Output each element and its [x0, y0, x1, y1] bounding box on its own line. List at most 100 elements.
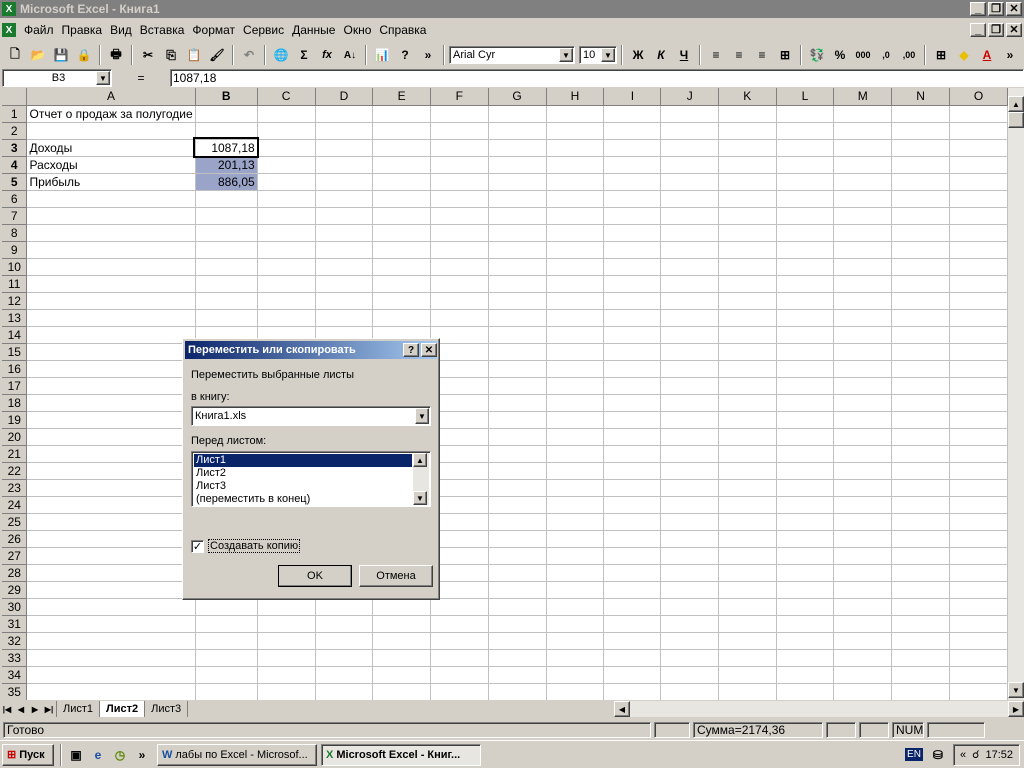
cell[interactable] [949, 428, 1008, 446]
cell[interactable] [660, 326, 719, 344]
cell[interactable] [776, 377, 835, 395]
cell[interactable] [660, 615, 719, 633]
cell[interactable] [315, 241, 374, 259]
toolbar-more-icon[interactable]: » [999, 44, 1021, 66]
cell[interactable] [546, 105, 605, 123]
cell[interactable] [891, 309, 950, 327]
row-header[interactable]: 35 [2, 683, 28, 700]
name-box[interactable]: B3 ▼ [2, 69, 112, 87]
cell[interactable] [660, 173, 719, 191]
first-sheet-icon[interactable]: |◀ [0, 702, 14, 716]
cell[interactable] [26, 326, 196, 344]
worksheet-grid[interactable]: A B C D E F G H I J K L M N O 1 Отчет о п… [2, 88, 1008, 700]
cell[interactable] [603, 309, 662, 327]
format-painter-icon[interactable]: 🖌 [206, 44, 228, 66]
menu-file[interactable]: Файл [20, 23, 58, 37]
cell[interactable] [949, 309, 1008, 327]
tray-icon[interactable]: ⛁ [927, 744, 949, 766]
row-header[interactable]: 18 [2, 394, 28, 412]
row-header[interactable]: 23 [2, 479, 28, 497]
book-dropdown-icon[interactable]: ▼ [415, 408, 429, 424]
more-icon[interactable]: » [417, 44, 439, 66]
row-header[interactable]: 28 [2, 564, 28, 582]
cell[interactable] [603, 564, 662, 582]
cell[interactable] [546, 445, 605, 463]
cell[interactable] [718, 139, 777, 157]
cell[interactable] [372, 632, 432, 650]
cell[interactable] [430, 598, 489, 616]
cell[interactable] [372, 275, 432, 293]
start-button[interactable]: ⊞ Пуск [2, 743, 54, 766]
cell[interactable] [430, 615, 489, 633]
cell[interactable] [891, 122, 950, 140]
cell[interactable] [718, 343, 777, 361]
cell[interactable] [488, 292, 547, 310]
prev-sheet-icon[interactable]: ◀ [14, 702, 28, 716]
cell[interactable] [776, 224, 835, 242]
font-dropdown-icon[interactable]: ▼ [559, 48, 573, 62]
row-header[interactable]: 13 [2, 309, 28, 327]
cell[interactable] [372, 292, 432, 310]
cell[interactable] [718, 258, 777, 276]
cell[interactable] [776, 632, 835, 650]
cell[interactable] [315, 207, 374, 225]
cell[interactable] [257, 292, 316, 310]
cell[interactable] [488, 513, 547, 531]
cell[interactable] [660, 241, 719, 259]
cell[interactable] [949, 122, 1008, 140]
row-header[interactable]: 11 [2, 275, 28, 293]
cell[interactable] [430, 258, 489, 276]
cell[interactable] [833, 649, 893, 667]
cell[interactable]: 1087,18 [193, 137, 260, 158]
cell[interactable] [891, 428, 950, 446]
cell[interactable] [718, 445, 777, 463]
cell[interactable] [546, 530, 605, 548]
cell[interactable] [546, 241, 605, 259]
cell[interactable] [430, 105, 489, 123]
cell[interactable] [603, 207, 662, 225]
cell[interactable] [718, 598, 777, 616]
cell[interactable] [315, 632, 374, 650]
cell[interactable] [891, 479, 950, 497]
cell[interactable] [949, 615, 1008, 633]
cell[interactable] [603, 411, 662, 429]
row-header[interactable]: 7 [2, 207, 28, 225]
doc-close-button[interactable]: ✕ [1006, 23, 1022, 37]
cell[interactable] [603, 598, 662, 616]
cell[interactable] [26, 632, 196, 650]
cell[interactable] [891, 445, 950, 463]
menu-data[interactable]: Данные [288, 23, 339, 37]
cut-icon[interactable]: ✂ [137, 44, 159, 66]
cell[interactable] [776, 462, 835, 480]
scroll-up-icon[interactable]: ▲ [1008, 96, 1024, 112]
cell[interactable] [891, 598, 950, 616]
cell[interactable] [546, 496, 605, 514]
cell[interactable] [949, 683, 1008, 700]
cell[interactable] [26, 564, 196, 582]
horizontal-scrollbar[interactable]: ◀ ▶ [614, 701, 1024, 717]
cell[interactable] [430, 649, 489, 667]
cell[interactable] [776, 564, 835, 582]
row-header[interactable]: 8 [2, 224, 28, 242]
cell[interactable] [949, 105, 1008, 123]
cell[interactable] [315, 105, 374, 123]
function-icon[interactable]: fx [316, 44, 338, 66]
cell[interactable] [488, 360, 547, 378]
cell[interactable] [257, 649, 316, 667]
cell[interactable] [488, 309, 547, 327]
cell[interactable] [776, 666, 835, 684]
cell[interactable] [603, 241, 662, 259]
cell[interactable] [833, 105, 893, 123]
cell[interactable] [546, 513, 605, 531]
cell[interactable] [372, 258, 432, 276]
cell[interactable] [430, 122, 489, 140]
cell[interactable] [776, 411, 835, 429]
save-icon[interactable]: 💾 [50, 44, 72, 66]
cell[interactable] [949, 496, 1008, 514]
cell[interactable] [372, 683, 432, 700]
cell[interactable] [603, 462, 662, 480]
row-header[interactable]: 3 [2, 139, 28, 157]
cell[interactable] [315, 649, 374, 667]
cell[interactable] [488, 411, 547, 429]
cell[interactable] [776, 258, 835, 276]
